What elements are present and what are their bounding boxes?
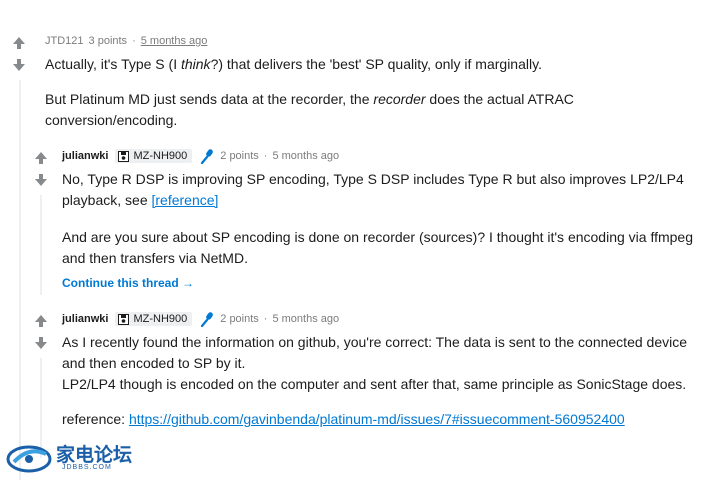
username[interactable]: JTD121: [45, 35, 84, 47]
separator: ·: [132, 35, 136, 47]
downvote-icon[interactable]: [34, 336, 48, 350]
upvote-icon[interactable]: [12, 36, 26, 50]
comment-meta: julianwki MZ-NH900 2 points · 5 months a…: [62, 148, 339, 164]
github-link[interactable]: https://github.com/gavinbenda/platinum-m…: [129, 411, 625, 427]
user-flair: MZ-NH900: [115, 312, 193, 326]
thread-line[interactable]: [40, 195, 42, 295]
separator: ·: [263, 313, 268, 325]
watermark-subtext: JDBBS.COM: [62, 464, 112, 471]
downvote-icon[interactable]: [34, 173, 48, 187]
user-flair: MZ-NH900: [115, 149, 193, 163]
points: 2 points: [220, 150, 259, 162]
upvote-icon[interactable]: [34, 314, 48, 328]
logo-icon: [6, 445, 52, 473]
points: 3 points: [88, 35, 128, 47]
comment-paragraph: And are you sure about SP encoding is do…: [62, 229, 693, 266]
comment-paragraph: Actually, it's Type S (I think?) that de…: [45, 56, 542, 72]
username[interactable]: julianwki: [62, 150, 108, 162]
timestamp-link[interactable]: 5 months ago: [141, 35, 208, 47]
points: 2 points: [220, 313, 259, 325]
timestamp-link[interactable]: 5 months ago: [272, 150, 339, 162]
microphone-icon: [201, 312, 214, 327]
comment-body: No, Type R DSP is improving SP encoding,…: [62, 169, 712, 269]
separator: ·: [263, 150, 268, 162]
comment-paragraph: As I recently found the information on g…: [62, 334, 688, 371]
watermark-text: 家电论坛: [56, 444, 133, 466]
comment-meta: JTD121 3 points · 5 months ago: [45, 35, 207, 47]
minidisc-icon: [118, 313, 130, 325]
comment-paragraph: LP2/LP4 though is encoded on the compute…: [62, 376, 687, 392]
comment-body: Actually, it's Type S (I think?) that de…: [45, 54, 695, 131]
microphone-icon: [201, 149, 214, 164]
reference-link[interactable]: [reference]: [152, 192, 219, 208]
watermark-logo: 家电论坛 JDBBS.COM: [6, 440, 136, 480]
downvote-icon[interactable]: [12, 58, 26, 72]
thread-line[interactable]: [19, 80, 21, 480]
timestamp-link[interactable]: 5 months ago: [272, 313, 339, 325]
continue-thread-link[interactable]: Continue this thread →: [62, 276, 194, 290]
comment-meta: julianwki MZ-NH900 2 points · 5 months a…: [62, 311, 339, 327]
minidisc-icon: [118, 150, 130, 162]
upvote-icon[interactable]: [34, 151, 48, 165]
comment-body: As I recently found the information on g…: [62, 332, 712, 430]
username[interactable]: julianwki: [62, 313, 108, 325]
arrow-right-icon: →: [182, 276, 195, 290]
comment-paragraph: No, Type R DSP is improving SP encoding,…: [62, 171, 684, 208]
comment-paragraph: reference: https://github.com/gavinbenda…: [62, 411, 625, 427]
comment-paragraph: But Platinum MD just sends data at the r…: [45, 91, 574, 128]
